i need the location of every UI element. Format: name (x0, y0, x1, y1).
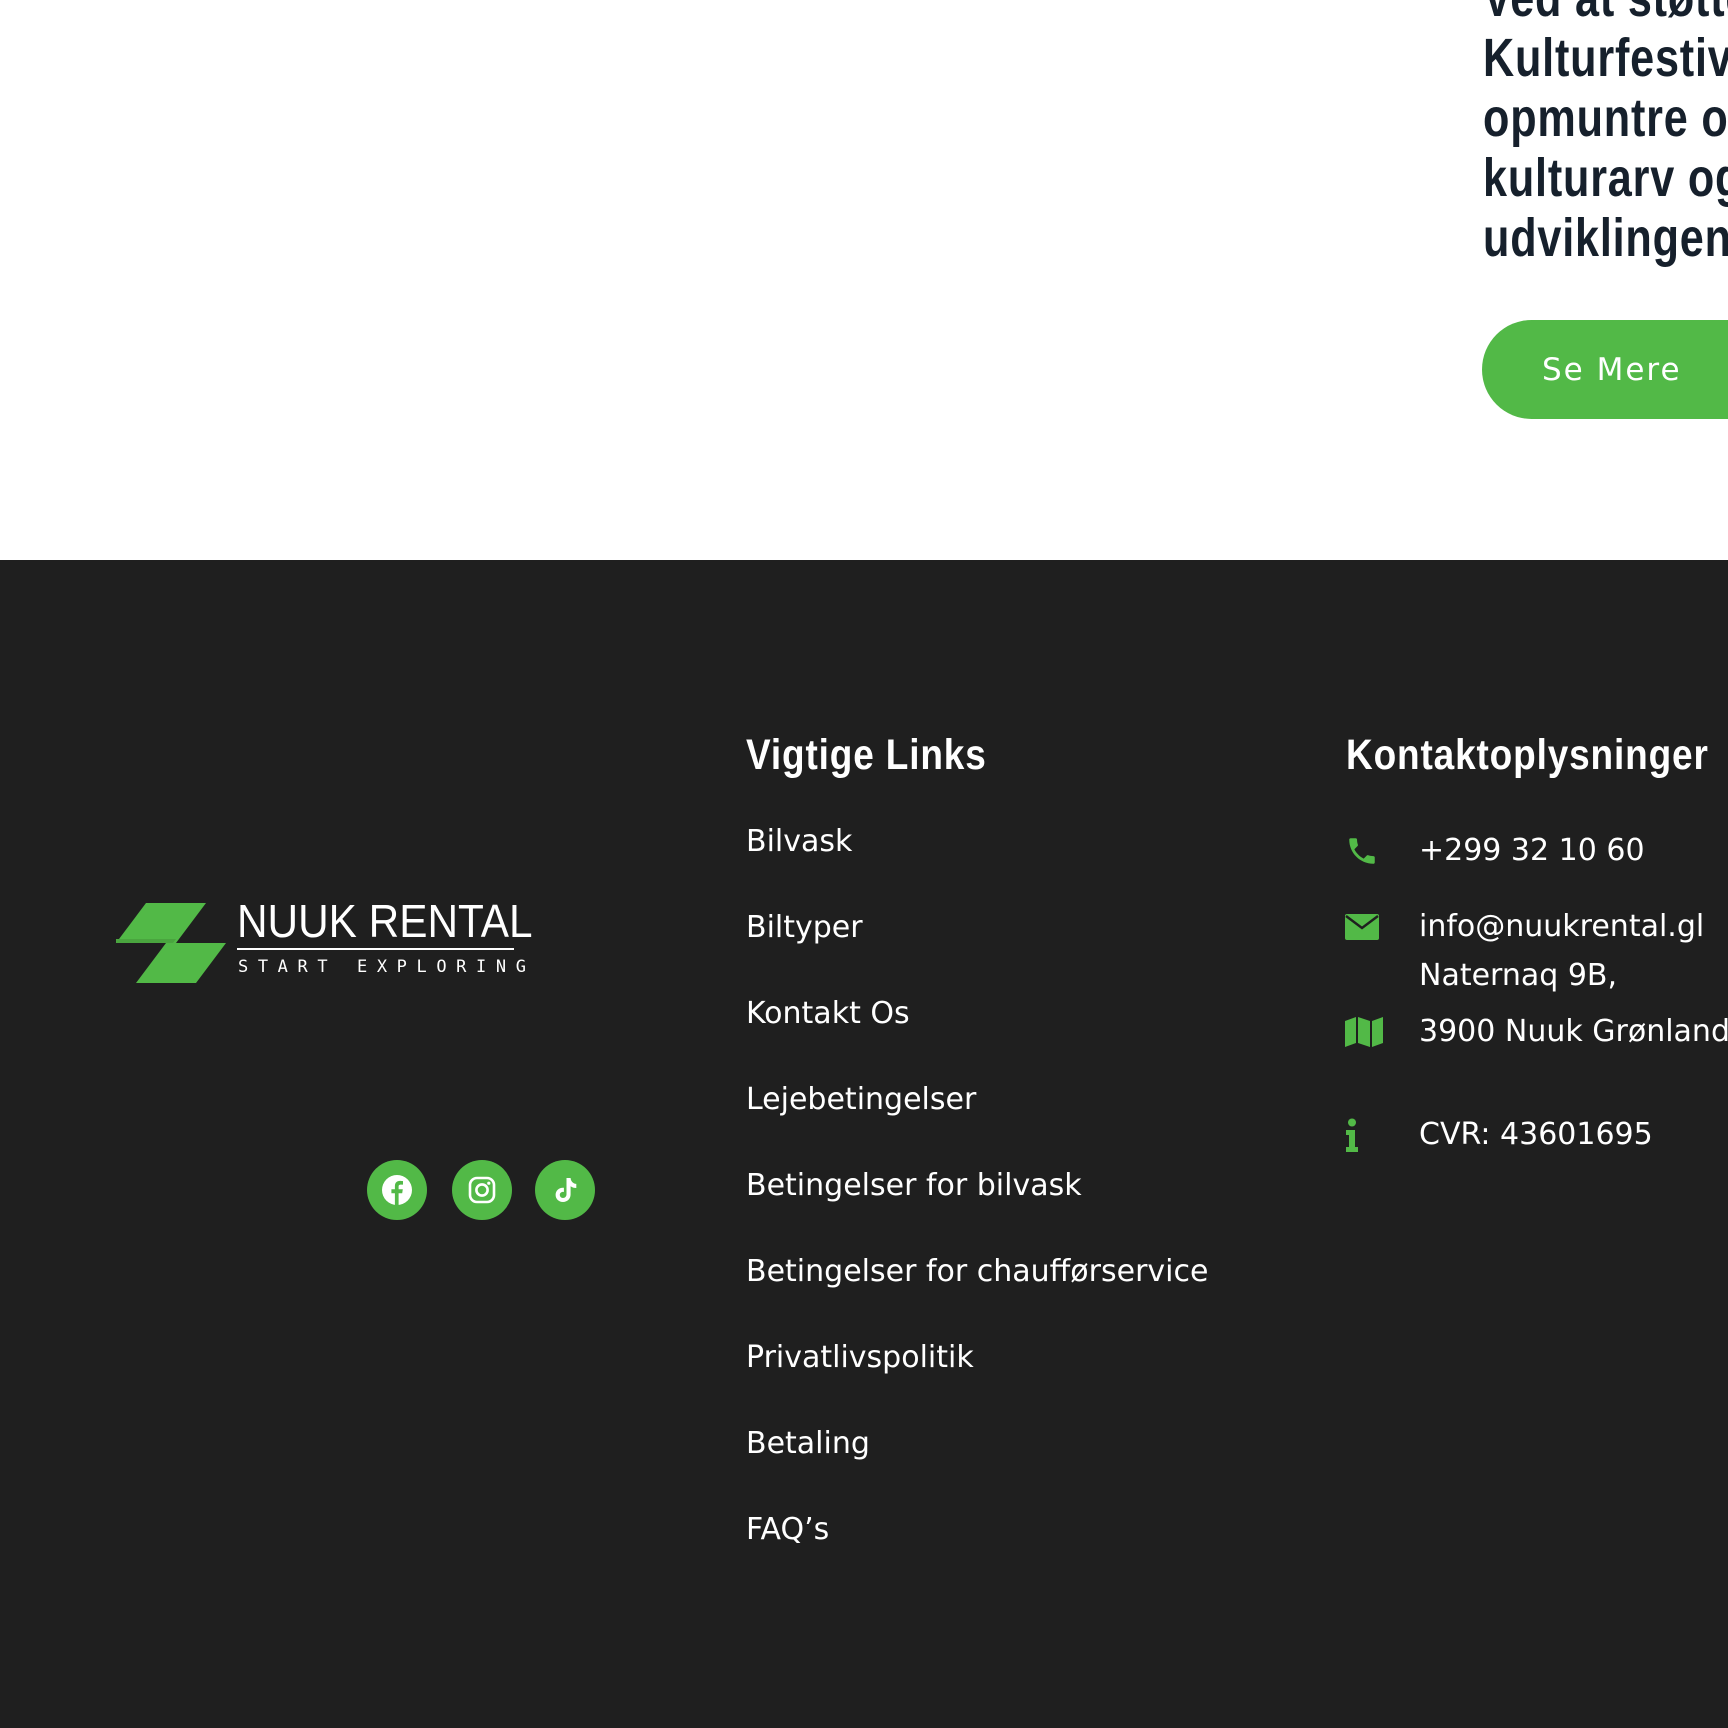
hero-heading: Ved at støtte Kulturfestivalen, opmuntre… (1483, 0, 1728, 268)
list-item: Privatlivspolitik (746, 1338, 1208, 1424)
logo-name: NUUK RENTAL (237, 895, 533, 947)
footer-link-bilvask[interactable]: Bilvask (746, 824, 852, 859)
hero-section: Ved at støtte Kulturfestivalen, opmuntre… (0, 0, 1728, 560)
cvr-number: CVR: 43601695 (1419, 1117, 1653, 1152)
hero-line: kulturarv og (1483, 148, 1728, 208)
footer-link-biltyper[interactable]: Biltyper (746, 910, 863, 945)
logo-tagline: START EXPLORING (238, 957, 536, 977)
info-icon (1345, 1115, 1385, 1155)
list-item: Betingelser for bilvask (746, 1166, 1208, 1252)
address-line-2: 3900 Nuuk Grønland (1419, 1014, 1728, 1049)
logo-mark-icon (116, 903, 226, 983)
phone-number: +299 32 10 60 (1419, 833, 1645, 868)
hero-line: Ved at støtte (1483, 0, 1728, 28)
contact-phone[interactable]: +299 32 10 60 (1345, 831, 1645, 871)
footer-link-lejebetingelser[interactable]: Lejebetingelser (746, 1082, 976, 1117)
map-icon (1345, 1012, 1385, 1052)
footer-logo[interactable]: NUUK RENTAL START EXPLORING (116, 895, 533, 995)
hero-line: opmuntre og (1483, 88, 1728, 148)
list-item: Kontakt Os (746, 994, 1208, 1080)
footer-link-privatlivspolitik[interactable]: Privatlivspolitik (746, 1340, 974, 1375)
contact-heading: Kontaktoplysninger (1346, 731, 1709, 779)
logo-divider (237, 948, 514, 950)
tiktok-link[interactable] (535, 1160, 595, 1220)
footer-link-betingelser-bilvask[interactable]: Betingelser for bilvask (746, 1168, 1082, 1203)
list-item: Betingelser for chaufførservice (746, 1252, 1208, 1338)
list-item: FAQ’s (746, 1510, 1208, 1596)
links-heading: Vigtige Links (746, 731, 987, 779)
list-item: Betaling (746, 1424, 1208, 1510)
list-item: Lejebetingelser (746, 1080, 1208, 1166)
contact-address: Naternaq 9B, 3900 Nuuk Grønland (1345, 958, 1728, 1052)
tiktok-icon (555, 1178, 577, 1202)
email-address: info@nuukrental.gl (1419, 909, 1705, 944)
facebook-link[interactable] (367, 1160, 427, 1220)
footer-link-betaling[interactable]: Betaling (746, 1426, 870, 1461)
facebook-icon (382, 1175, 412, 1205)
see-more-button[interactable]: Se Mere (1482, 320, 1728, 419)
instagram-link[interactable] (452, 1160, 512, 1220)
contact-email[interactable]: info@nuukrental.gl (1345, 907, 1704, 947)
hero-line: Kulturfestivalen, (1483, 28, 1728, 88)
footer-link-betingelser-chauffoerservice[interactable]: Betingelser for chaufførservice (746, 1254, 1208, 1289)
hero-line: udviklingen (1483, 208, 1728, 268)
footer-link-kontakt-os[interactable]: Kontakt Os (746, 996, 910, 1031)
address-line-1: Naternaq 9B, (1419, 958, 1618, 993)
contact-cvr: CVR: 43601695 (1345, 1115, 1653, 1155)
site-footer: NUUK RENTAL START EXPLORING Vigtige Link… (0, 560, 1728, 1728)
list-item: Biltyper (746, 908, 1208, 994)
envelope-icon (1345, 907, 1385, 947)
phone-icon (1345, 831, 1385, 871)
footer-links-list: Bilvask Biltyper Kontakt Os Lejebetingel… (746, 822, 1208, 1596)
instagram-icon (468, 1176, 496, 1204)
footer-link-faqs[interactable]: FAQ’s (746, 1512, 829, 1547)
list-item: Bilvask (746, 822, 1208, 908)
